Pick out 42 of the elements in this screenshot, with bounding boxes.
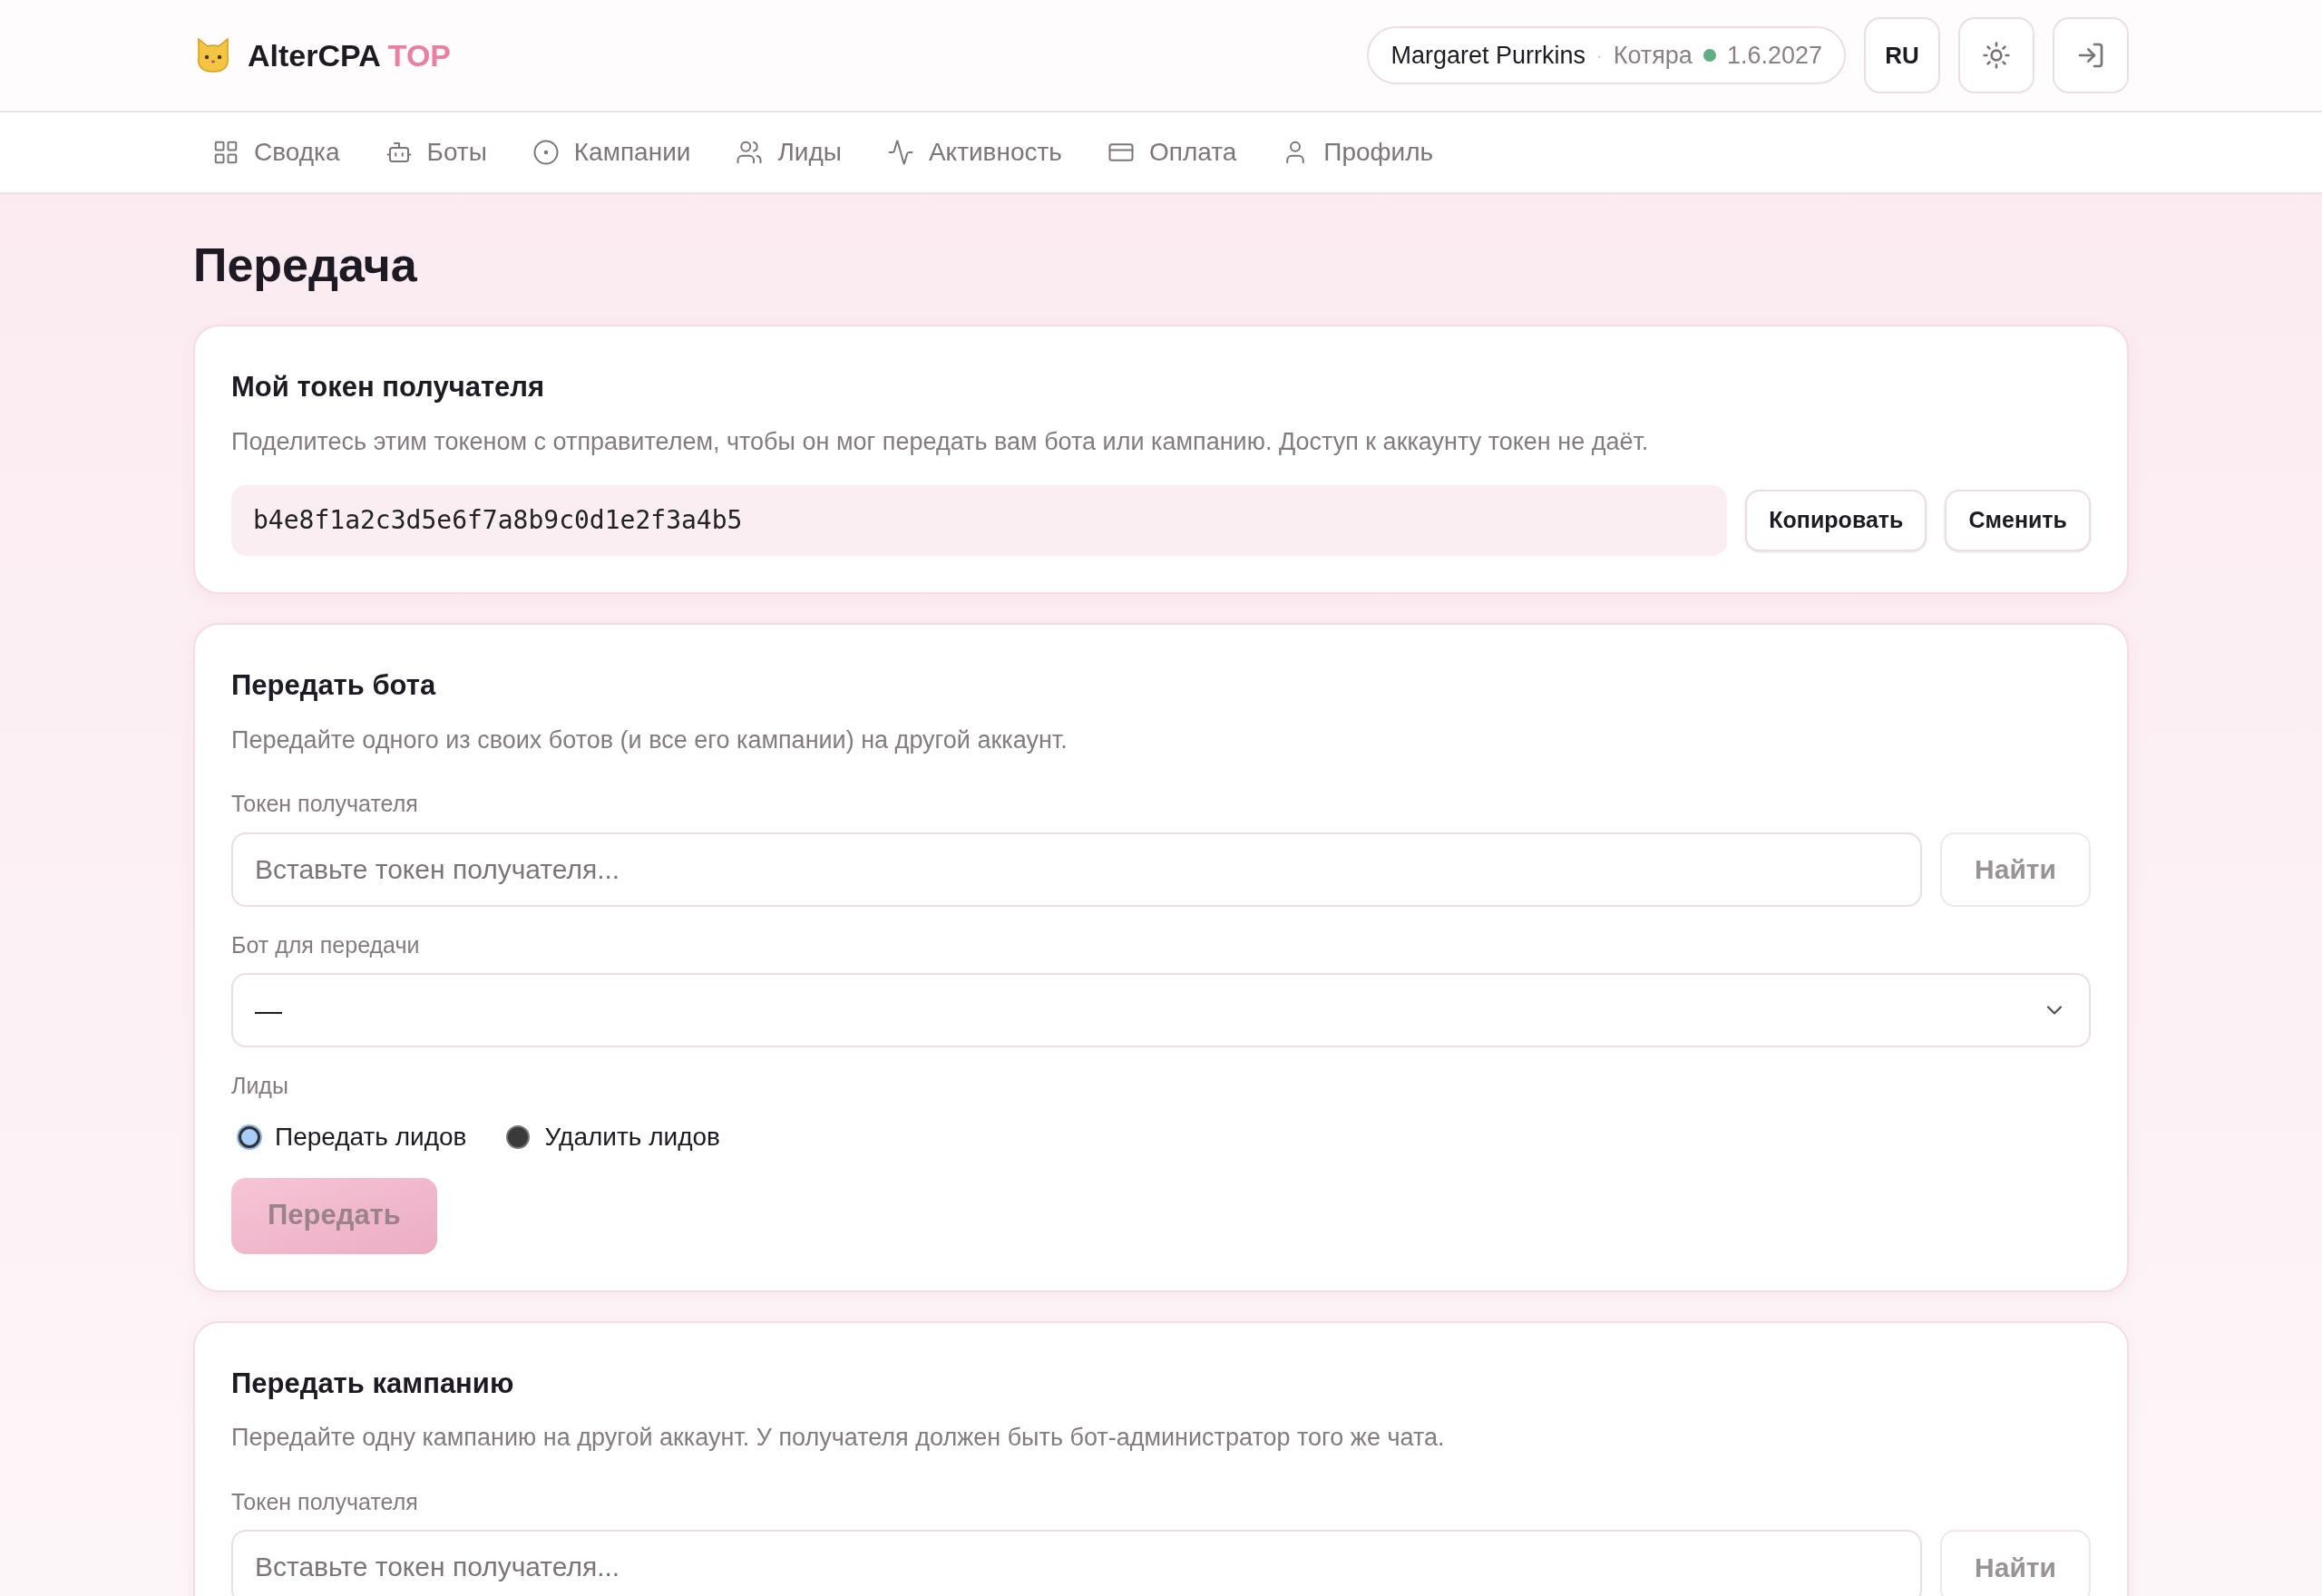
regenerate-button[interactable]: Сменить bbox=[1945, 490, 2091, 551]
field-label: Лиды bbox=[231, 1072, 289, 1100]
separator-dot: · bbox=[1596, 44, 1603, 67]
users-icon bbox=[736, 139, 764, 166]
nav-link[interactable]: Лиды bbox=[736, 133, 842, 171]
brand-tag: TOP bbox=[387, 32, 451, 79]
plan-date: 1.6.2027 bbox=[1726, 40, 1822, 71]
find-button[interactable]: Найти bbox=[1940, 1530, 2091, 1596]
card-title: Мой токен получателя bbox=[231, 370, 546, 404]
logout-icon bbox=[2076, 41, 2105, 70]
lead-option-radio[interactable]: Удалить лидов bbox=[506, 1117, 720, 1156]
theme-button[interactable] bbox=[1958, 17, 2034, 93]
language-button[interactable]: RU bbox=[1864, 17, 1940, 93]
card-description: Передайте одну кампанию на другой аккаунт. У получателя должен быть бот-администратор того же чата. bbox=[231, 1423, 1446, 1453]
nav-link[interactable]: Активность bbox=[886, 133, 1062, 171]
field-label: Бот для передачи bbox=[231, 930, 421, 959]
nav-link[interactable]: Кампании bbox=[532, 133, 691, 171]
bot-select[interactable]: — bbox=[231, 973, 2091, 1047]
pulse-icon bbox=[886, 139, 914, 166]
copy-button[interactable]: Копировать bbox=[1745, 490, 1927, 551]
nav-link[interactable]: Боты bbox=[385, 133, 487, 171]
field-label: Токен получателя bbox=[231, 1487, 419, 1516]
user-name: Margaret Purrkins bbox=[1390, 40, 1586, 71]
target-icon bbox=[532, 139, 560, 166]
field-label: Токен получателя bbox=[231, 790, 419, 818]
lead-option-radio[interactable]: Передать лидов bbox=[239, 1117, 467, 1156]
card-title: Передать кампанию bbox=[231, 1366, 515, 1401]
nav-link[interactable]: Сводка bbox=[212, 133, 340, 171]
nav-link[interactable]: Оплата bbox=[1107, 133, 1237, 171]
token-input-field[interactable]: Вставьте токен получателя... bbox=[231, 1530, 1923, 1596]
card-description: Передайте одного из своих ботов (и все его кампании) на другой аккаунт. bbox=[231, 725, 1068, 755]
plan-name: Котяра bbox=[1613, 40, 1693, 71]
card-description: Поделитесь этим токеном с отправителем, чтобы он мог передать вам бота или кампанию. Доступ к аккаунту токен не даёт. bbox=[231, 426, 1650, 457]
sun-icon bbox=[1982, 41, 2011, 70]
nav-link[interactable]: Профиль bbox=[1282, 133, 1434, 171]
logout-button[interactable] bbox=[2053, 17, 2129, 93]
find-button[interactable]: Найти bbox=[1940, 832, 2091, 907]
grid-icon bbox=[212, 139, 239, 166]
brand-name: AlterCPA bbox=[248, 36, 381, 74]
token-input-field[interactable]: Вставьте токен получателя... bbox=[231, 832, 1923, 907]
token-value-field: b4e8f1a2c3d5e6f7a8b9c0d1e2f3a4b5 bbox=[231, 485, 1728, 556]
card-title: Передать бота bbox=[231, 668, 437, 703]
